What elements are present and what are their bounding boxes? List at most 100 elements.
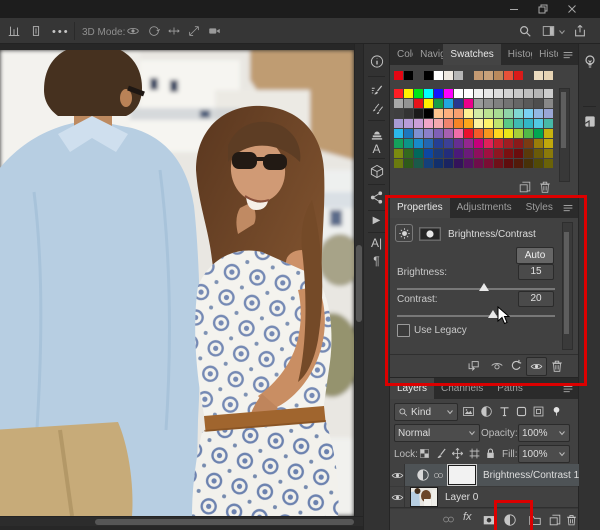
3d-camera-icon[interactable] — [207, 24, 222, 38]
swatch[interactable] — [484, 71, 493, 80]
swatch[interactable] — [434, 119, 443, 128]
swatch[interactable] — [534, 129, 543, 138]
swatch[interactable] — [414, 149, 423, 158]
delete-swatch-icon[interactable] — [538, 180, 552, 194]
toggle-visibility-button[interactable] — [526, 357, 547, 376]
swatch[interactable] — [434, 139, 443, 148]
reset-adjustment-icon[interactable] — [509, 359, 523, 373]
swatch[interactable] — [484, 109, 493, 118]
contrast-slider[interactable] — [397, 310, 555, 320]
swatch[interactable] — [404, 129, 413, 138]
filter-kind-dropdown[interactable]: Kind — [394, 403, 458, 421]
swatch[interactable] — [414, 139, 423, 148]
swatch[interactable] — [484, 89, 493, 98]
opacity-value-box[interactable]: 100% — [518, 424, 570, 442]
swatch[interactable] — [454, 149, 463, 158]
swatch[interactable] — [544, 99, 553, 108]
layer-style-fx-icon[interactable]: fx — [463, 511, 472, 523]
swatch[interactable] — [504, 139, 513, 148]
swatch[interactable] — [404, 149, 413, 158]
swatch[interactable] — [484, 99, 493, 108]
auto-button[interactable]: Auto — [516, 247, 554, 264]
swatch[interactable] — [404, 119, 413, 128]
swatch[interactable] — [534, 109, 543, 118]
swatch[interactable] — [414, 109, 423, 118]
mask-link-icon[interactable] — [433, 470, 444, 481]
swatch[interactable] — [544, 149, 553, 158]
properties-scrollbar[interactable] — [562, 222, 573, 350]
swatch[interactable] — [504, 119, 513, 128]
swatch[interactable] — [474, 89, 483, 98]
filter-shape-layers-icon[interactable] — [515, 405, 528, 418]
lock-position-icon[interactable] — [451, 447, 464, 460]
swatch[interactable] — [464, 109, 473, 118]
swatch[interactable] — [534, 71, 543, 80]
libraries-panel-icon[interactable] — [582, 114, 597, 129]
swatch[interactable] — [544, 139, 553, 148]
swatch[interactable] — [484, 149, 493, 158]
layer-mask-thumbnail[interactable] — [448, 465, 476, 485]
swatch[interactable] — [404, 99, 413, 108]
swatch[interactable] — [494, 89, 503, 98]
swatch[interactable] — [494, 159, 503, 168]
swatch[interactable] — [494, 139, 503, 148]
filter-pixel-layers-icon[interactable] — [462, 405, 475, 418]
swatch[interactable] — [504, 71, 513, 80]
swatch[interactable] — [394, 149, 403, 158]
swatch[interactable] — [424, 139, 433, 148]
brightness-value[interactable]: 15 — [518, 264, 554, 280]
swatch[interactable] — [464, 119, 473, 128]
swatch[interactable] — [494, 109, 503, 118]
swatch[interactable] — [514, 71, 523, 80]
swatch[interactable] — [474, 109, 483, 118]
swatch[interactable] — [494, 119, 503, 128]
swatch[interactable] — [514, 139, 523, 148]
swatches-scrollbar[interactable] — [559, 88, 570, 182]
swatch[interactable] — [524, 99, 533, 108]
tab-properties[interactable]: Properties — [390, 197, 450, 218]
eye-icon[interactable] — [391, 491, 404, 504]
swatch[interactable] — [394, 129, 403, 138]
swatch[interactable] — [444, 99, 453, 108]
swatch[interactable] — [414, 99, 423, 108]
canvas-horizontal-scrollbar[interactable] — [0, 516, 363, 526]
swatch[interactable] — [444, 149, 453, 158]
swatch[interactable] — [404, 71, 413, 80]
swatch[interactable] — [504, 149, 513, 158]
swatch[interactable] — [534, 159, 543, 168]
tab-styles[interactable]: Styles — [519, 197, 558, 218]
swatch[interactable] — [514, 99, 523, 108]
swatch[interactable] — [404, 159, 413, 168]
tool-preset-icon[interactable] — [7, 24, 21, 38]
swatch[interactable] — [414, 129, 423, 138]
discover-lightbulb-icon[interactable] — [582, 54, 598, 70]
swatch[interactable] — [524, 159, 533, 168]
swatch[interactable] — [464, 159, 473, 168]
swatch[interactable] — [444, 119, 453, 128]
swatch[interactable] — [514, 89, 523, 98]
swatch[interactable] — [504, 99, 513, 108]
paragraph-panel-icon[interactable]: ¶ — [373, 254, 379, 268]
lock-artboard-icon[interactable] — [468, 447, 481, 460]
swatch[interactable] — [514, 109, 523, 118]
3d-pan-icon[interactable] — [167, 24, 181, 38]
swatch[interactable] — [434, 129, 443, 138]
panel-menu-icon[interactable] — [558, 197, 578, 218]
swatch[interactable] — [474, 71, 483, 80]
swatch[interactable] — [514, 149, 523, 158]
swatch[interactable] — [544, 109, 553, 118]
swatch[interactable] — [454, 99, 463, 108]
new-layer-icon[interactable] — [548, 513, 562, 527]
swatch[interactable] — [424, 109, 433, 118]
swatch[interactable] — [404, 139, 413, 148]
swatch[interactable] — [484, 139, 493, 148]
layer-name[interactable]: Brightness/Contrast 1 — [483, 470, 579, 481]
3d-slide-icon[interactable] — [187, 24, 201, 38]
swatch[interactable] — [464, 139, 473, 148]
swatch[interactable] — [514, 119, 523, 128]
restore-icon[interactable] — [537, 3, 549, 15]
swatch[interactable] — [474, 129, 483, 138]
swatch[interactable] — [394, 139, 403, 148]
swatch[interactable] — [524, 109, 533, 118]
layer-name[interactable]: Layer 0 — [445, 492, 478, 503]
